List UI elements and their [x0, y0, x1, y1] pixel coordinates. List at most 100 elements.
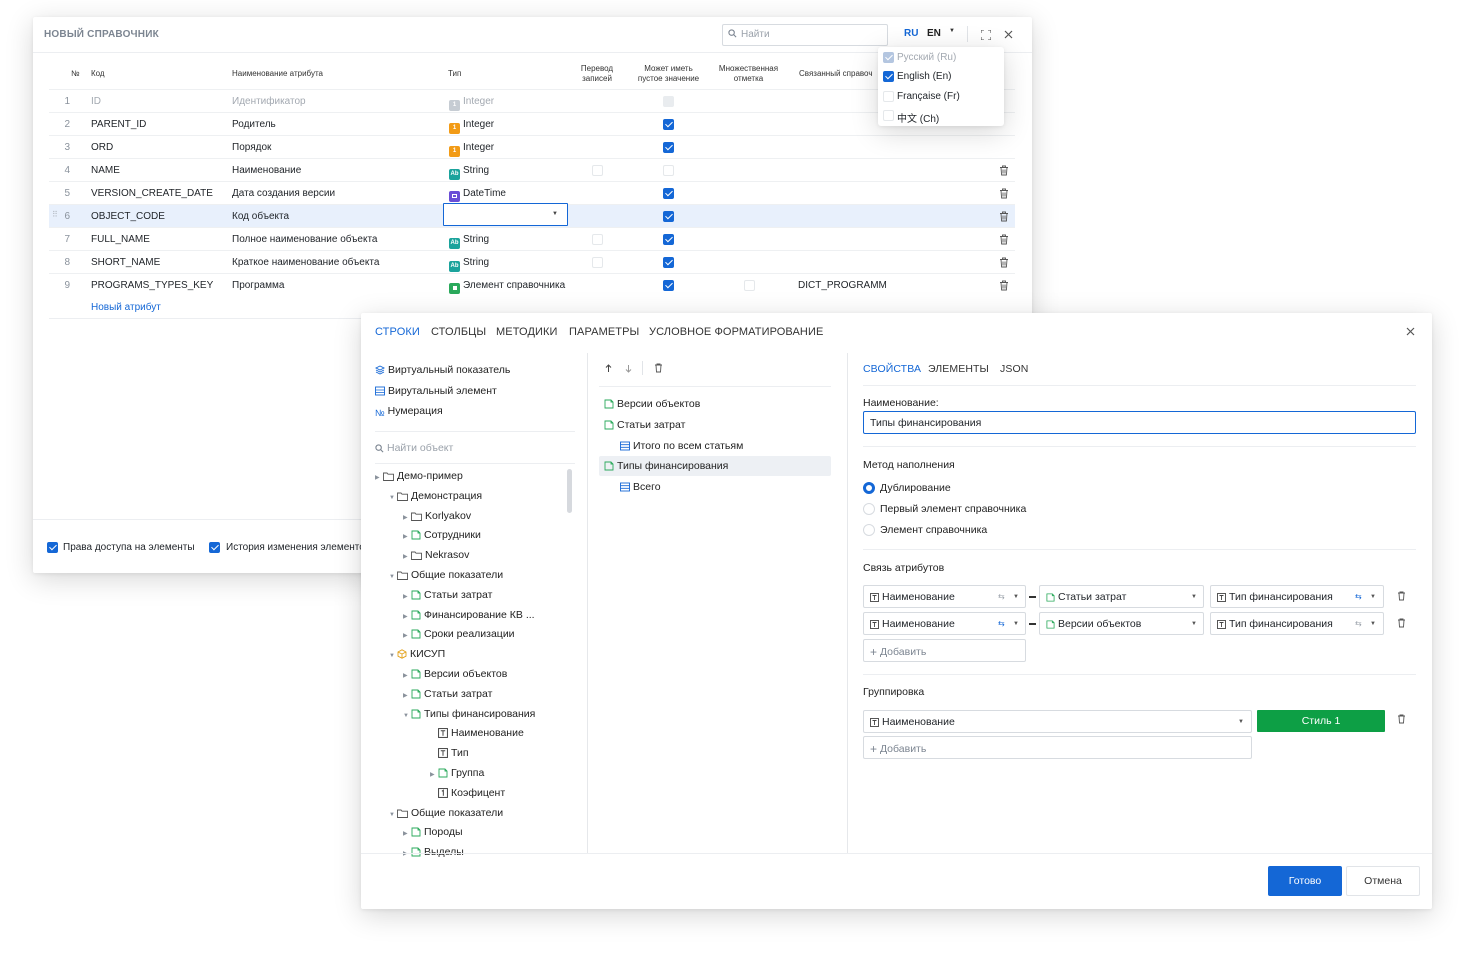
- trash-icon[interactable]: [999, 234, 1009, 245]
- nullable-checkbox[interactable]: [663, 165, 674, 176]
- object-search-input[interactable]: Найти объект: [375, 442, 453, 454]
- tree-item[interactable]: ▶ Korlyakov: [403, 510, 471, 522]
- done-button[interactable]: Готово: [1268, 866, 1342, 896]
- table-row[interactable]: 2 PARENT_ID Родитель 1 Integer: [49, 112, 1015, 135]
- nullable-checkbox[interactable]: [663, 188, 674, 199]
- trash-icon[interactable]: [1397, 618, 1406, 628]
- trash-icon[interactable]: [999, 188, 1009, 199]
- tree-item[interactable]: ▶ Nekrasov: [403, 549, 469, 561]
- dictionary-search-input[interactable]: Найти: [722, 24, 888, 46]
- table-row[interactable]: 9 PROGRAMS_TYPES_KEY Программа Элемент спра…: [49, 273, 1015, 296]
- trash-icon[interactable]: [999, 165, 1009, 176]
- tab-json[interactable]: JSON: [1000, 363, 1028, 375]
- chevron-down-icon[interactable]: ▼: [403, 713, 411, 719]
- cancel-button[interactable]: Отмена: [1346, 866, 1420, 896]
- chevron-down-icon[interactable]: ▼: [389, 653, 397, 659]
- tree-item[interactable]: ▼ КИСУП: [389, 648, 445, 660]
- chevron-right-icon[interactable]: ▶: [403, 613, 411, 620]
- nullable-checkbox[interactable]: [663, 142, 674, 153]
- expand-icon[interactable]: [981, 30, 991, 40]
- lang-ru-button[interactable]: RU: [904, 28, 918, 39]
- numbering-link[interactable]: № Нумерация: [375, 405, 443, 418]
- chevron-right-icon[interactable]: ▶: [403, 632, 411, 639]
- row-structure-item[interactable]: Всего: [620, 481, 661, 493]
- trash-icon[interactable]: [999, 211, 1009, 222]
- trash-icon[interactable]: [999, 257, 1009, 268]
- multi-checkbox[interactable]: [744, 280, 755, 291]
- chevron-right-icon[interactable]: ▶: [403, 692, 411, 699]
- link-mode-icon[interactable]: ⇆: [1355, 592, 1362, 601]
- tree-item[interactable]: ▶ Группа: [430, 767, 484, 779]
- table-row[interactable]: 4 NAME Наименование Ab String: [49, 158, 1015, 181]
- type-select[interactable]: ▼: [443, 203, 568, 226]
- translate-checkbox[interactable]: [592, 165, 603, 176]
- tab-methods[interactable]: МЕТОДИКИ: [496, 326, 558, 338]
- new-attribute-link[interactable]: Новый атрибут: [91, 302, 161, 313]
- chevron-right-icon[interactable]: ▶: [403, 593, 411, 600]
- tree-item[interactable]: ▶ Финансирование КВ ...: [403, 609, 535, 621]
- table-row[interactable]: 8 SHORT_NAME Краткое наименование объекта A…: [49, 250, 1015, 273]
- virtual-indicator-link[interactable]: Виртуальный показатель: [375, 364, 510, 376]
- style-button[interactable]: Стиль 1: [1257, 710, 1385, 732]
- chevron-right-icon[interactable]: ▶: [375, 474, 383, 481]
- tree-item[interactable]: ▶ Сотрудники: [403, 529, 481, 541]
- lang-en-button[interactable]: EN: [927, 28, 941, 39]
- tree-item[interactable]: Коэфицент: [430, 787, 505, 799]
- lang-option-en[interactable]: English (En): [897, 71, 951, 82]
- tree-item[interactable]: ▶ Демо-пример: [375, 470, 463, 482]
- tree-item[interactable]: ▶ Сроки реализации: [403, 628, 515, 640]
- virtual-element-link[interactable]: Вирутальный элемент: [375, 385, 497, 397]
- translate-checkbox[interactable]: [592, 257, 603, 268]
- lang-option-ch[interactable]: 中文 (Ch): [897, 110, 939, 125]
- translate-checkbox[interactable]: [592, 234, 603, 245]
- arrow-down-icon[interactable]: [625, 364, 632, 373]
- radio-dict-element[interactable]: [863, 524, 875, 536]
- nullable-checkbox[interactable]: [663, 257, 674, 268]
- lang-option-fr[interactable]: Française (Fr): [897, 91, 960, 102]
- lang-option-ch-checkbox[interactable]: [883, 110, 894, 121]
- tree-item[interactable]: ▼ Демонстрация: [389, 490, 482, 502]
- lang-dropdown-caret-icon[interactable]: ▼: [949, 28, 955, 34]
- tab-properties[interactable]: СВОЙСТВА: [863, 363, 921, 375]
- link-mode-icon[interactable]: ⇆: [1355, 619, 1362, 628]
- table-row[interactable]: 5 VERSION_CREATE_DATE Дата создания версии…: [49, 181, 1015, 204]
- nullable-checkbox[interactable]: [663, 211, 674, 222]
- attr-link-mid-select[interactable]: Статьи затрат ▼: [1039, 585, 1204, 608]
- chevron-down-icon[interactable]: ▼: [389, 495, 397, 501]
- name-input[interactable]: Типы финансирования: [863, 411, 1416, 434]
- access-rights-checkbox[interactable]: [47, 542, 58, 553]
- table-row[interactable]: 7 FULL_NAME Полное наименование объекта Ab S…: [49, 227, 1015, 250]
- link-mode-icon[interactable]: ⇆: [998, 592, 1005, 601]
- attr-link-mid-select[interactable]: Версии объектов ▼: [1039, 612, 1204, 635]
- tab-columns[interactable]: СТОЛБЦЫ: [431, 326, 486, 338]
- add-grouping-button[interactable]: + Добавить: [863, 736, 1252, 759]
- tree-item[interactable]: ▼ Общие показатели: [389, 569, 503, 581]
- tree-item[interactable]: Наименование: [430, 727, 524, 739]
- attr-link-right-select[interactable]: Тип финансирования ⇆ ▼: [1210, 585, 1384, 608]
- close-icon[interactable]: [1004, 30, 1013, 39]
- close-icon[interactable]: [1406, 327, 1415, 336]
- tree-item[interactable]: ▶ Статьи затрат: [403, 589, 492, 601]
- row-structure-item[interactable]: Итого по всем статьям: [620, 440, 743, 452]
- grouping-select[interactable]: Наименование ▼: [863, 710, 1252, 733]
- tree-item[interactable]: ▶ Статьи затрат: [403, 688, 492, 700]
- chevron-right-icon[interactable]: ▶: [430, 771, 438, 778]
- nullable-checkbox[interactable]: [663, 234, 674, 245]
- row-structure-item[interactable]: Статьи затрат: [604, 419, 685, 431]
- chevron-right-icon[interactable]: ▶: [403, 830, 411, 837]
- nullable-checkbox[interactable]: [663, 280, 674, 291]
- radio-duplication[interactable]: [863, 482, 875, 494]
- tab-elements[interactable]: ЭЛЕМЕНТЫ: [928, 363, 989, 375]
- lang-option-fr-checkbox[interactable]: [883, 91, 894, 102]
- tree-item[interactable]: ▼ Общие показатели: [389, 807, 503, 819]
- tree-item[interactable]: ▶ Выделы: [403, 846, 464, 857]
- chevron-right-icon[interactable]: ▶: [403, 553, 411, 560]
- attr-link-left-select[interactable]: Наименование ⇆ ▼: [863, 585, 1026, 608]
- table-row[interactable]: 3 ORD Порядок 1 Integer: [49, 135, 1015, 158]
- tree-scrollbar[interactable]: [567, 469, 572, 513]
- row-structure-item[interactable]: Типы финансирования: [604, 460, 728, 472]
- chevron-right-icon[interactable]: ▶: [403, 533, 411, 540]
- tab-rows[interactable]: СТРОКИ: [375, 326, 420, 338]
- tab-conditional-formatting[interactable]: УСЛОВНОЕ ФОРМАТИРОВАНИЕ: [649, 326, 823, 338]
- tab-parameters[interactable]: ПАРАМЕТРЫ: [569, 326, 639, 338]
